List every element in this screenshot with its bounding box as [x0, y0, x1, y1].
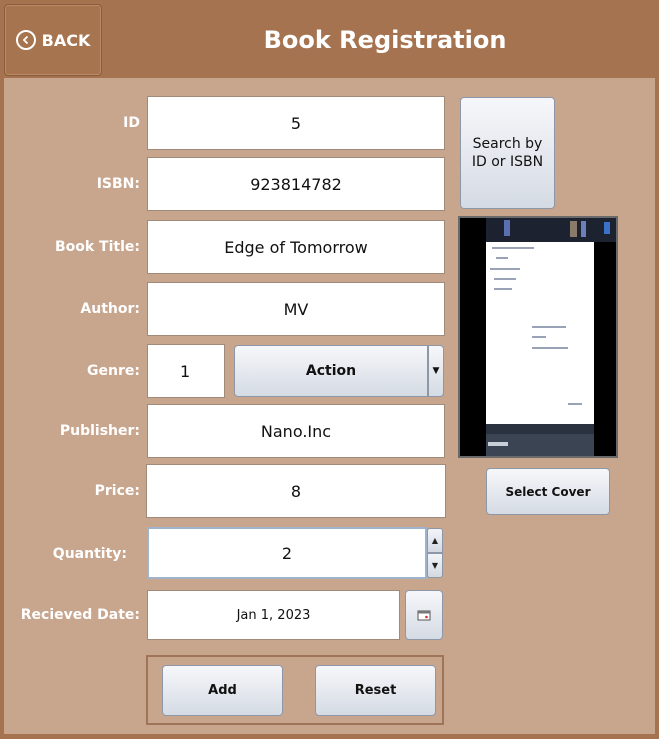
header-bar: BACK Book Registration [0, 0, 659, 78]
back-button[interactable]: BACK [4, 4, 102, 76]
search-by-id-isbn-button[interactable]: Search by ID or ISBN [460, 97, 555, 209]
chevron-up-icon: ▲ [431, 536, 439, 545]
chevron-left-icon [15, 30, 36, 50]
page-title: Book Registration [263, 26, 507, 54]
genre-id-field[interactable]: 1 [147, 344, 225, 398]
publisher-field[interactable]: Nano.Inc [147, 404, 445, 458]
calendar-icon [417, 606, 431, 625]
received-date-field[interactable]: Jan 1, 2023 [147, 590, 400, 640]
book-title-label: Book Title: [54, 239, 140, 255]
isbn-field[interactable]: 923814782 [147, 157, 445, 211]
form-panel: ID 5 ISBN: 923814782 Book Title: Edge of… [4, 78, 655, 734]
genre-dropdown-toggle[interactable]: ▼ [428, 345, 444, 397]
cover-thumbnail-graphic [460, 218, 616, 456]
quantity-increment[interactable]: ▲ [427, 528, 443, 553]
genre-label: Genre: [87, 363, 140, 379]
author-field[interactable]: MV [147, 282, 445, 336]
id-field[interactable]: 5 [147, 96, 445, 150]
back-label: BACK [41, 30, 91, 50]
select-cover-button[interactable]: Select Cover [486, 468, 610, 515]
date-picker-button[interactable] [405, 590, 443, 640]
isbn-label: ISBN: [96, 176, 140, 192]
chevron-down-icon: ▼ [432, 366, 440, 376]
price-label: Price: [94, 483, 140, 499]
quantity-field[interactable]: 2 [147, 527, 427, 579]
cover-image-preview [458, 216, 618, 458]
add-button[interactable]: Add [162, 665, 283, 716]
received-date-label: Recieved Date: [20, 607, 140, 623]
reset-button[interactable]: Reset [315, 665, 436, 716]
publisher-label: Publisher: [59, 423, 140, 439]
id-label: ID [123, 115, 140, 131]
chevron-down-icon: ▼ [431, 561, 439, 570]
genre-select[interactable]: Action [234, 345, 428, 397]
price-field[interactable]: 8 [146, 464, 446, 518]
quantity-label: Quantity: [52, 546, 127, 562]
book-title-field[interactable]: Edge of Tomorrow [147, 220, 445, 274]
quantity-decrement[interactable]: ▼ [427, 553, 443, 578]
author-label: Author: [80, 301, 140, 317]
